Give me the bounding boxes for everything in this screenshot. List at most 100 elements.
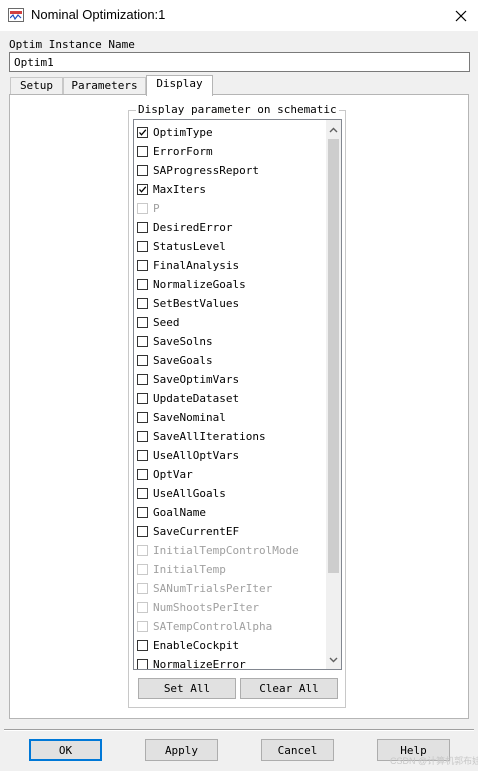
watermark: CSDN @计算机郭布娃 <box>390 756 478 766</box>
checkbox-label: GoalName <box>153 506 206 519</box>
checkbox[interactable] <box>137 298 148 309</box>
checkbox-item-initialtempcontrolmode: InitialTempControlMode <box>134 541 324 560</box>
cancel-button[interactable]: Cancel <box>261 739 334 761</box>
footer-divider-highlight <box>4 730 474 731</box>
scroll-down-button[interactable] <box>326 651 341 668</box>
checkbox-item-statuslevel[interactable]: StatusLevel <box>134 237 324 256</box>
checkbox[interactable] <box>137 659 148 669</box>
checkbox-item-seed[interactable]: Seed <box>134 313 324 332</box>
scroll-up-button[interactable] <box>326 121 341 138</box>
checkbox-label: SaveNominal <box>153 411 226 424</box>
checkbox-label: UpdateDataset <box>153 392 240 405</box>
checkbox <box>137 203 148 214</box>
checkbox-item-sanumtrialsperiter: SANumTrialsPerIter <box>134 579 324 598</box>
checkbox-label: SANumTrialsPerIter <box>153 582 273 595</box>
checkbox <box>137 621 148 632</box>
checkbox-item-optvar[interactable]: OptVar <box>134 465 324 484</box>
checkbox <box>137 583 148 594</box>
checkbox-label: InitialTemp <box>153 563 226 576</box>
checkbox-item-maxiters[interactable]: MaxIters <box>134 180 324 199</box>
checkbox-label: OptimType <box>153 126 213 139</box>
checkbox[interactable] <box>137 393 148 404</box>
checkbox-item-errorform[interactable]: ErrorForm <box>134 142 324 161</box>
instance-name-label: Optim Instance Name <box>9 38 135 51</box>
clear-all-button[interactable]: Clear All <box>240 678 338 699</box>
checkbox-item-updatedataset[interactable]: UpdateDataset <box>134 389 324 408</box>
checkbox-item-useallgoals[interactable]: UseAllGoals <box>134 484 324 503</box>
apply-button[interactable]: Apply <box>145 739 218 761</box>
checkbox[interactable] <box>137 184 148 195</box>
checkbox-label: MaxIters <box>153 183 206 196</box>
checkbox[interactable] <box>137 431 148 442</box>
checkbox-item-initialtemp: InitialTemp <box>134 560 324 579</box>
chevron-down-icon <box>329 657 338 662</box>
scroll-thumb[interactable] <box>328 139 339 573</box>
check-icon <box>139 129 147 136</box>
window-title: Nominal Optimization:1 <box>31 7 166 22</box>
tab-parameters[interactable]: Parameters <box>63 77 146 95</box>
checkbox[interactable] <box>137 488 148 499</box>
checkbox[interactable] <box>137 222 148 233</box>
tab-setup[interactable]: Setup <box>10 77 63 95</box>
checkbox[interactable] <box>137 374 148 385</box>
checkbox-item-savecurrentef[interactable]: SaveCurrentEF <box>134 522 324 541</box>
checkbox-item-savesolns[interactable]: SaveSolns <box>134 332 324 351</box>
checkbox-label: Seed <box>153 316 180 329</box>
checkbox <box>137 564 148 575</box>
checkbox-label: SaveGoals <box>153 354 213 367</box>
checkbox[interactable] <box>137 279 148 290</box>
checkbox[interactable] <box>137 469 148 480</box>
checkbox[interactable] <box>137 317 148 328</box>
checkbox[interactable] <box>137 260 148 271</box>
checkbox-item-savenominal[interactable]: SaveNominal <box>134 408 324 427</box>
checkbox-item-normalizegoals[interactable]: NormalizeGoals <box>134 275 324 294</box>
checkbox[interactable] <box>137 507 148 518</box>
checkbox-label: DesiredError <box>153 221 233 234</box>
group-legend: Display parameter on schematic <box>136 103 339 116</box>
checkbox-label: SaveOptimVars <box>153 373 240 386</box>
checkbox-label: SAProgressReport <box>153 164 259 177</box>
app-icon <box>8 8 24 22</box>
vertical-scrollbar[interactable] <box>326 120 341 669</box>
checkbox[interactable] <box>137 526 148 537</box>
checkbox-item-saveoptimvars[interactable]: SaveOptimVars <box>134 370 324 389</box>
checkbox-item-setbestvalues[interactable]: SetBestValues <box>134 294 324 313</box>
checkbox[interactable] <box>137 165 148 176</box>
checkbox[interactable] <box>137 355 148 366</box>
checkbox[interactable] <box>137 640 148 651</box>
close-button[interactable] <box>444 0 478 31</box>
checkbox-label: SaveSolns <box>153 335 213 348</box>
checkbox[interactable] <box>137 450 148 461</box>
checkbox-label: EnableCockpit <box>153 639 240 652</box>
checkbox-label: P <box>153 202 160 215</box>
ok-button[interactable]: OK <box>29 739 102 761</box>
checkbox-item-normalizeerror[interactable]: NormalizeError <box>134 655 324 669</box>
checkbox-label: InitialTempControlMode <box>153 544 299 557</box>
checkbox[interactable] <box>137 127 148 138</box>
checkbox-item-goalname[interactable]: GoalName <box>134 503 324 522</box>
checkbox-item-optimtype[interactable]: OptimType <box>134 123 324 142</box>
checkbox-label: SATempControlAlpha <box>153 620 273 633</box>
set-all-button[interactable]: Set All <box>138 678 236 699</box>
checkbox[interactable] <box>137 241 148 252</box>
checkbox[interactable] <box>137 336 148 347</box>
close-icon <box>455 10 467 21</box>
checkbox-item-savegoals[interactable]: SaveGoals <box>134 351 324 370</box>
checkbox-label: NumShootsPerIter <box>153 601 259 614</box>
checkbox-item-desirederror[interactable]: DesiredError <box>134 218 324 237</box>
checkbox[interactable] <box>137 412 148 423</box>
instance-name-input[interactable] <box>9 52 470 72</box>
tab-display[interactable]: Display <box>146 75 213 96</box>
parameter-list[interactable]: OptimType ErrorForm SAProgressReport MaxIte… <box>133 119 342 670</box>
checkbox-item-enablecockpit[interactable]: EnableCockpit <box>134 636 324 655</box>
checkbox-item-savealliterations[interactable]: SaveAllIterations <box>134 427 324 446</box>
checkbox-item-usealloptvars[interactable]: UseAllOptVars <box>134 446 324 465</box>
checkbox <box>137 602 148 613</box>
checkbox-label: UseAllOptVars <box>153 449 240 462</box>
checkbox-item-finalanalysis[interactable]: FinalAnalysis <box>134 256 324 275</box>
checkbox-item-saprogressreport[interactable]: SAProgressReport <box>134 161 324 180</box>
checkbox-label: SaveCurrentEF <box>153 525 240 538</box>
checkbox-label: OptVar <box>153 468 193 481</box>
checkbox[interactable] <box>137 146 148 157</box>
checkbox <box>137 545 148 556</box>
